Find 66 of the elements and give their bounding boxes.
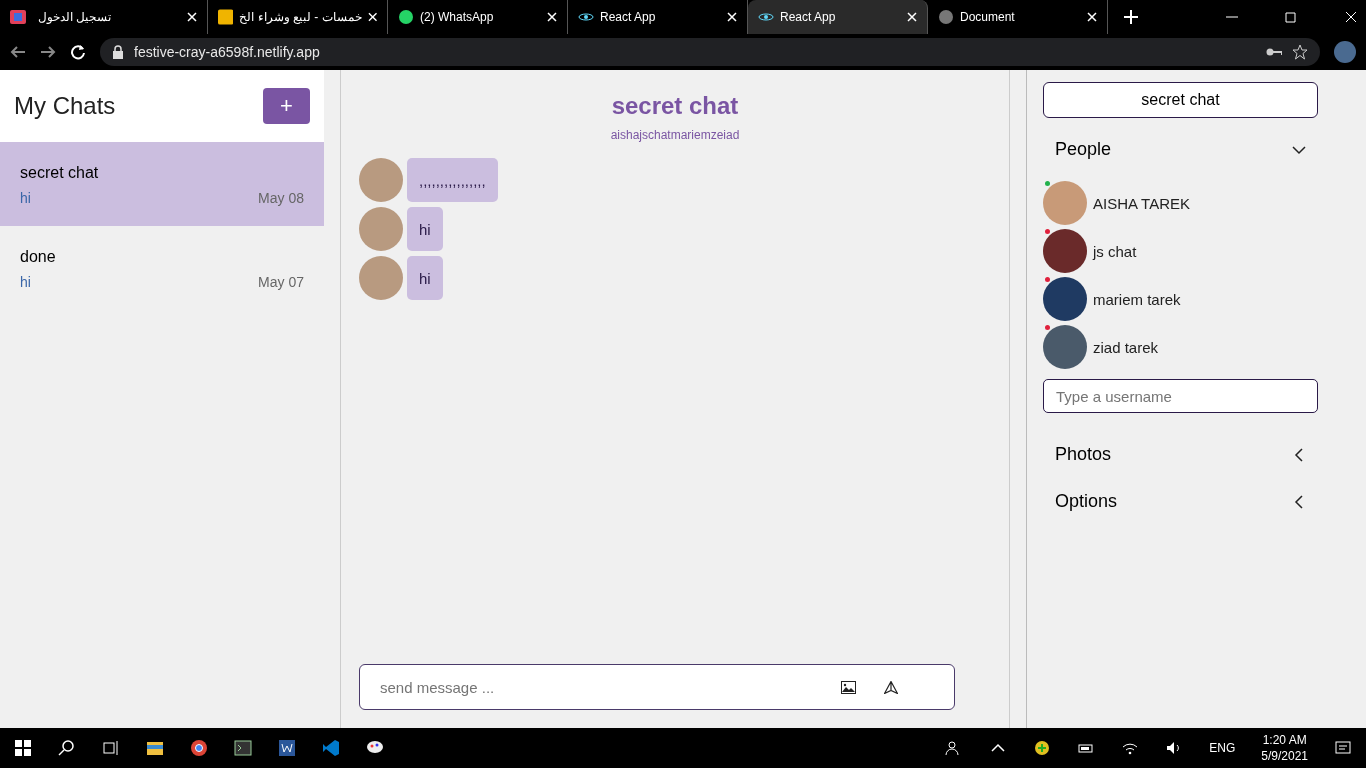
- bookmark-star-icon[interactable]: [1292, 44, 1308, 60]
- profile-avatar[interactable]: [1334, 41, 1356, 63]
- close-icon[interactable]: [367, 12, 377, 22]
- person-name: AISHA TAREK: [1093, 194, 1190, 212]
- word-icon[interactable]: [278, 739, 296, 757]
- site-favicon-icon: [938, 9, 954, 25]
- new-tab-icon[interactable]: [1124, 10, 1138, 24]
- send-icon[interactable]: [884, 680, 898, 694]
- avatar-photo: [1043, 181, 1087, 225]
- chat-title-field[interactable]: secret chat: [1043, 82, 1318, 118]
- close-icon[interactable]: [187, 12, 197, 22]
- clock[interactable]: 1:20 AM 5/9/2021: [1261, 733, 1308, 763]
- browser-tab[interactable]: React App: [748, 0, 928, 34]
- key-icon[interactable]: [1266, 47, 1282, 57]
- avatar-photo: [359, 256, 403, 300]
- message-input[interactable]: send message ...: [378, 677, 813, 697]
- username-input[interactable]: Type a username: [1043, 379, 1318, 413]
- plus-badge-icon[interactable]: [1033, 739, 1052, 757]
- avatar-photo: [359, 158, 403, 202]
- app-logo-icon: [8, 7, 28, 27]
- lock-icon: [112, 45, 124, 59]
- browser-tab[interactable]: Document: [928, 0, 1108, 34]
- chat-card[interactable]: done hi May 07: [0, 226, 324, 310]
- task-view-icon[interactable]: [102, 739, 120, 757]
- search-icon[interactable]: [58, 739, 76, 757]
- terminal-icon[interactable]: [234, 739, 252, 757]
- browser-tab[interactable]: خمسات - لبيع وشراء الخ: [208, 0, 388, 34]
- message-composer[interactable]: send message ...: [359, 664, 955, 710]
- chevron-left-icon: [1292, 494, 1306, 509]
- avatar-photo: [359, 207, 403, 251]
- reload-icon[interactable]: [70, 44, 86, 60]
- close-icon[interactable]: [907, 12, 917, 22]
- folder-icon[interactable]: [146, 739, 164, 757]
- avatar-photo: [1043, 229, 1087, 273]
- chat-title: secret chat: [611, 92, 739, 120]
- forward-icon[interactable]: [40, 44, 56, 60]
- message-bubble: ,,,,,,,,,,,,,,,,: [407, 158, 498, 202]
- avatar-photo: [1043, 277, 1087, 321]
- section-header[interactable]: People: [1043, 126, 1318, 173]
- avatar-photo: [1043, 325, 1087, 369]
- message-bubble: hi: [407, 207, 443, 251]
- image-icon[interactable]: [841, 680, 856, 694]
- close-icon[interactable]: [1087, 12, 1097, 22]
- person-name: mariem tarek: [1093, 290, 1181, 308]
- code-editor-icon[interactable]: [322, 739, 340, 757]
- chat-card[interactable]: secret chat hi May 08: [0, 142, 324, 226]
- site-favicon-icon: [398, 9, 414, 25]
- language-indicator[interactable]: ENG: [1209, 741, 1236, 755]
- chat-members: aishajschatmariemzeiad: [610, 128, 740, 142]
- windows-icon[interactable]: [14, 739, 32, 757]
- browser-tab[interactable]: تسجيل الدخول: [28, 0, 208, 34]
- browser-tab[interactable]: (2) WhatsApp: [388, 0, 568, 34]
- section-header[interactable]: Photos: [1043, 431, 1318, 478]
- close-icon[interactable]: [547, 12, 557, 22]
- section-header[interactable]: Options: [1043, 478, 1318, 525]
- person-name: ziad tarek: [1093, 338, 1159, 356]
- chat-list-title: My Chats: [14, 92, 116, 120]
- new-chat-button[interactable]: +: [263, 88, 310, 124]
- chevron-left-icon: [1292, 447, 1306, 462]
- person-name: js chat: [1093, 242, 1137, 260]
- close-icon[interactable]: [727, 12, 737, 22]
- back-icon[interactable]: [10, 44, 26, 60]
- browser-icon[interactable]: [190, 739, 208, 757]
- message-bubble: hi: [407, 256, 443, 300]
- site-favicon-icon: [218, 9, 234, 25]
- notifications-icon[interactable]: [1334, 739, 1352, 757]
